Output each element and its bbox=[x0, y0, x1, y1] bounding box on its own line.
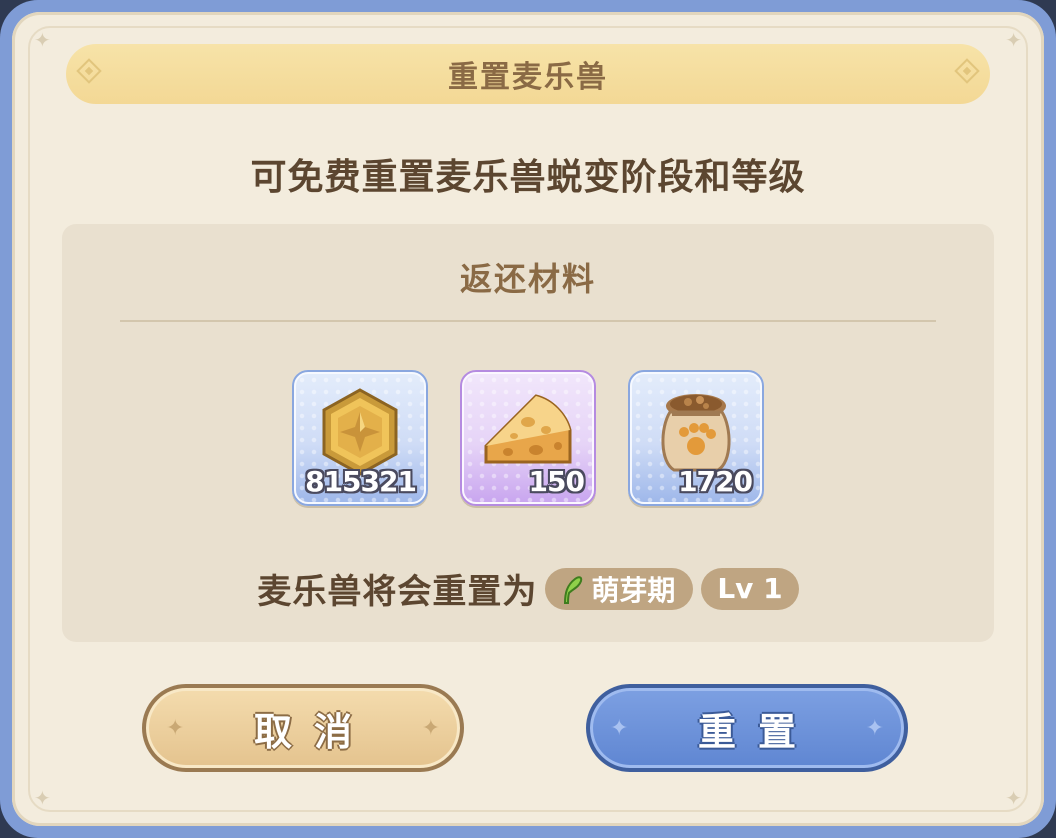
material-item-gold-coin[interactable]: 815321 bbox=[292, 370, 428, 506]
dialog-panel: ✦ ✦ ✦ ✦ 重置麦乐兽 可免费重置麦乐兽蜕变阶段和等级 返还材料 81532… bbox=[12, 12, 1044, 826]
item-count: 1720 bbox=[678, 465, 753, 498]
material-item-cheese[interactable]: 150 bbox=[460, 370, 596, 506]
dialog-subtitle: 可免费重置麦乐兽蜕变阶段和等级 bbox=[250, 157, 806, 198]
level-label: Lv 1 bbox=[717, 572, 783, 605]
dialog-title: 重置麦乐兽 bbox=[448, 60, 608, 95]
corner-star-icon: ✦ bbox=[1005, 28, 1022, 52]
sprout-icon bbox=[564, 575, 583, 604]
item-count: 815321 bbox=[305, 465, 417, 498]
materials-list: 815321 150 1720 bbox=[62, 370, 994, 506]
sparkle-icon: ✦ bbox=[421, 716, 440, 741]
level-badge: Lv 1 bbox=[701, 567, 799, 610]
stage-badge: 萌芽期 bbox=[545, 567, 694, 610]
corner-star-icon: ✦ bbox=[34, 786, 51, 810]
stage-label: 萌芽期 bbox=[591, 573, 676, 607]
cancel-button[interactable]: ✦ 取消 ✦ bbox=[142, 684, 464, 772]
material-item-food-sack[interactable]: 1720 bbox=[628, 370, 764, 506]
cancel-button-label: 取消 bbox=[253, 709, 374, 754]
dialog-frame: ✦ ✦ ✦ ✦ 重置麦乐兽 可免费重置麦乐兽蜕变阶段和等级 返还材料 81532… bbox=[0, 0, 1056, 838]
corner-star-icon: ✦ bbox=[34, 28, 51, 52]
reset-target-info: 麦乐兽将会重置为 萌芽期 Lv 1 bbox=[62, 564, 994, 613]
diamond-ornament-icon bbox=[954, 58, 980, 84]
reset-button-label: 重置 bbox=[697, 709, 818, 754]
diamond-ornament-icon bbox=[76, 58, 102, 84]
title-banner: 重置麦乐兽 bbox=[66, 44, 990, 104]
corner-star-icon: ✦ bbox=[1005, 786, 1022, 810]
sparkle-icon: ✦ bbox=[865, 716, 884, 741]
returned-materials-section: 返还材料 815321 150 1720 麦乐兽将会重置为 萌芽期 Lv 1 bbox=[62, 224, 994, 642]
sparkle-icon: ✦ bbox=[166, 716, 185, 741]
reset-button[interactable]: ✦ 重置 ✦ bbox=[586, 684, 908, 772]
materials-title: 返还材料 bbox=[459, 260, 596, 298]
reset-target-label: 麦乐兽将会重置为 bbox=[257, 572, 538, 612]
item-count: 150 bbox=[528, 465, 585, 498]
divider bbox=[120, 320, 936, 322]
sparkle-icon: ✦ bbox=[610, 716, 629, 741]
